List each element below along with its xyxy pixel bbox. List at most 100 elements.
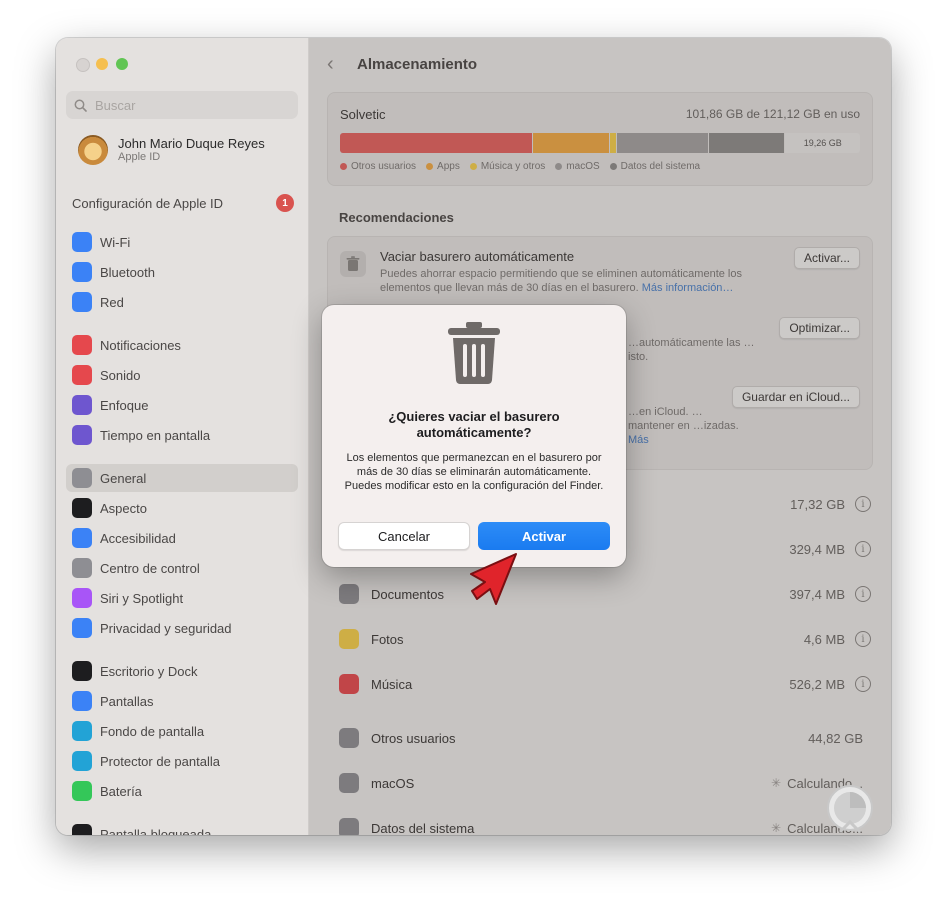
user-account[interactable]: John Mario Duque Reyes Apple ID [78,135,265,165]
sidebar-item-escritorio-y-dock[interactable]: Escritorio y Dock [66,657,298,685]
storage-category-row[interactable]: Documentos 397,4 MB i [327,572,873,616]
sidebar-item-label: Batería [100,783,142,799]
page-title: Almacenamiento [357,55,478,73]
more-info-link[interactable]: Más información… [642,282,734,294]
sidebar-item-batería[interactable]: Batería [66,777,298,805]
apple-id-config-item[interactable]: Configuración de Apple ID 1 [72,193,294,213]
rec-empty-trash-title: Vaciar basurero automáticamente [380,249,575,264]
hourglass-icon [72,425,92,445]
category-size: 397,4 MB [789,586,845,602]
photos-icon [339,629,359,649]
sidebar-item-label: Privacidad y seguridad [100,620,232,636]
sidebar-item-bluetooth[interactable]: Bluetooth [66,258,298,286]
store-in-icloud-button[interactable]: Guardar en iCloud... [731,386,860,408]
sidebar-item-label: Accesibilidad [100,530,176,546]
avatar [78,135,108,165]
free-space-label: 19,26 GB [803,138,842,148]
users-icon [339,728,359,748]
legend-item: Otros usuarios [340,161,416,172]
volume-name: Solvetic [340,107,386,122]
legend-label: Música y otros [480,161,546,172]
sidebar-item-label: Fondo de pantalla [100,723,205,739]
dock-icon [72,661,92,681]
minimize-window-button[interactable] [96,58,108,70]
accessibility-icon [72,528,92,548]
sidebar-item-label: General [100,470,147,486]
document-icon [339,584,359,604]
loading-spinner-icon: ✳ [771,776,782,790]
legend-item: Datos del sistema [609,161,700,172]
storage-category-row[interactable]: Fotos 4,6 MB i [327,617,873,661]
sidebar-item-centro-de-control[interactable]: Centro de control [66,554,298,582]
zoom-window-button[interactable] [116,58,128,70]
category-size: 329,4 MB [789,541,845,557]
sidebar-item-tiempo-en-pantalla[interactable]: Tiempo en pantalla [66,421,298,449]
sidebar-item-accesibilidad[interactable]: Accesibilidad [66,524,298,552]
legend-item: Música y otros [469,161,546,172]
pointer-arrow-icon [470,553,517,605]
info-icon[interactable]: i [855,541,871,557]
category-label: Fotos [371,631,404,647]
sidebar-item-enfoque[interactable]: Enfoque [66,391,298,419]
loading-spinner-icon: ✳ [771,821,782,835]
info-icon[interactable]: i [855,496,871,512]
sidebar-item-general[interactable]: General [66,464,298,492]
rec-empty-trash-desc: Puedes ahorrar espacio permitiendo que s… [380,267,775,295]
sidebar-item-siri-y-spotlight[interactable]: Siri y Spotlight [66,584,298,612]
sidebar-item-fondo-de-pantalla[interactable]: Fondo de pantalla [66,717,298,745]
empty-trash-dialog: ¿Quieres vaciar el basurero automáticame… [322,305,626,567]
sidebar-item-privacidad-y-seguridad[interactable]: Privacidad y seguridad [66,614,298,642]
legend-label: Otros usuarios [351,161,417,172]
sidebar-item-label: Aspecto [100,500,147,516]
category-size: 526,2 MB [789,676,845,692]
watermark-logo [827,785,873,834]
storage-category-row[interactable]: Música 526,2 MB i [327,662,873,706]
sidebar-item-label: Tiempo en pantalla [100,427,211,443]
rec-icloud-desc-partial: …en iCloud. …mantener en …izadas. Más [628,405,748,447]
sidebar-item-red[interactable]: Red [66,288,298,316]
activate-empty-trash-button[interactable]: Activar... [793,247,860,269]
close-window-button[interactable] [76,58,90,72]
cancel-button[interactable]: Cancelar [338,522,470,550]
music-icon [339,674,359,694]
screensaver-icon [72,751,92,771]
gear-icon [72,468,92,488]
free-space-segment: 19,26 GB [785,133,860,153]
optimize-button[interactable]: Optimizar... [779,317,860,339]
storage-category-row[interactable]: macOS ✳ Calculando... [327,761,873,805]
more-link[interactable]: Más [628,434,649,446]
legend-label: macOS [566,161,600,172]
sidebar-item-sonido[interactable]: Sonido [66,361,298,389]
legend-dot [426,162,434,170]
storage-summary-card: Solvetic 101,86 GB de 121,12 GB en uso 1… [327,92,873,186]
info-icon[interactable]: i [855,631,871,647]
storage-category-row[interactable]: Datos del sistema ✳ Calculando... [327,806,873,835]
sidebar-item-wi-fi[interactable]: Wi-Fi [66,228,298,256]
sidebar-item-pantallas[interactable]: Pantallas [66,687,298,715]
bluetooth-icon [72,262,92,282]
back-chevron-icon[interactable]: ‹ [327,53,347,76]
control-center-icon [72,558,92,578]
search-icon [74,99,87,112]
category-label: macOS [371,775,415,791]
sidebar-item-label: Pantalla bloqueada [100,826,212,836]
info-icon[interactable]: i [855,586,871,602]
activate-button[interactable]: Activar [478,522,610,550]
sidebar-item-pantalla-bloqueada[interactable]: Pantalla bloqueada [66,820,298,835]
category-size: 4,6 MB [803,631,845,647]
storage-segment [709,133,786,153]
sidebar-item-label: Escritorio y Dock [100,663,198,679]
storage-category-row[interactable]: Otros usuarios 44,82 GB [327,716,873,760]
lock-icon [72,824,92,835]
system-data-icon [339,818,359,835]
sidebar-item-aspecto[interactable]: Aspecto [66,494,298,522]
category-label: Documentos [371,586,444,602]
search-field[interactable] [66,91,298,119]
search-input[interactable] [93,96,287,114]
info-icon[interactable]: i [855,676,871,692]
legend-dot [609,162,617,170]
notification-badge: 1 [276,194,294,212]
sidebar-item-notificaciones[interactable]: Notificaciones [66,331,298,359]
sidebar-item-protector-de-pantalla[interactable]: Protector de pantalla [66,747,298,775]
moon-icon [72,395,92,415]
